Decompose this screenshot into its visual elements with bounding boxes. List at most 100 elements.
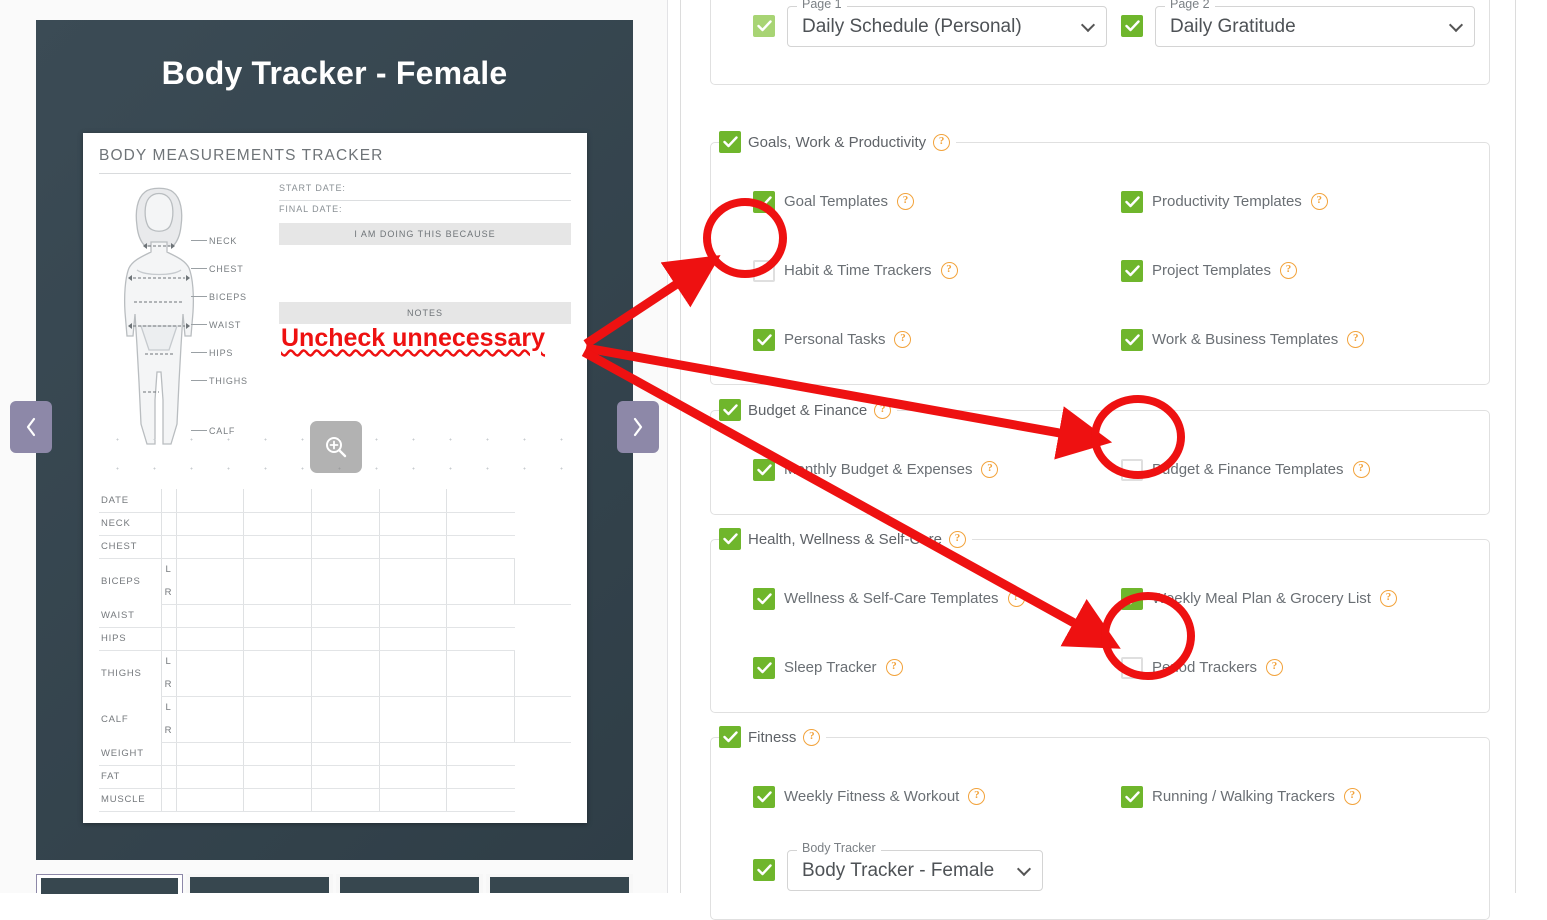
section-options-health-wellness-self-care: Wellness & Self-Care Templates? Weekly Me… xyxy=(711,550,1489,702)
thumbnail-strip[interactable] xyxy=(36,874,636,894)
help-icon-goals-work-productivity[interactable]: ? xyxy=(933,133,951,151)
option-wellness-self-care-templates[interactable]: Wellness & Self-Care Templates? xyxy=(753,564,1121,633)
checkbox-goal-templates[interactable] xyxy=(753,190,775,213)
thumbnail-item[interactable] xyxy=(336,874,484,893)
side-label-left: L xyxy=(160,696,176,719)
option-body-tracker[interactable]: Body Tracker Body Tracker - Female xyxy=(753,831,1121,909)
measurements-table: DATE NECK CHEST BICEPS L R WAIST HIPS THIGHS L R CA… xyxy=(99,489,571,812)
help-icon-weekly-meal-plan-grocery[interactable]: ? xyxy=(1379,590,1397,607)
checkbox-budget-finance[interactable] xyxy=(719,399,741,421)
measurement-cell xyxy=(160,788,176,812)
checkbox-period-trackers[interactable] xyxy=(1121,656,1143,679)
help-icon-period-trackers[interactable]: ? xyxy=(1266,659,1284,676)
option-running-walking-trackers[interactable]: Running / Walking Trackers? xyxy=(1121,762,1489,831)
checkbox-budget-finance-templates[interactable] xyxy=(1121,458,1143,481)
option-period-trackers[interactable]: Period Trackers? xyxy=(1121,633,1489,702)
side-label-left: L xyxy=(160,650,176,673)
checkbox-personal-tasks[interactable] xyxy=(753,328,775,351)
zoom-image-button[interactable] xyxy=(310,421,362,473)
option-page-2[interactable]: Page 2 Daily Gratitude xyxy=(1121,0,1489,74)
option-weekly-fitness-workout[interactable]: Weekly Fitness & Workout? xyxy=(753,762,1121,831)
option-monthly-budget-expenses[interactable]: Monthly Budget & Expenses? xyxy=(753,435,1121,504)
measurement-cell xyxy=(310,558,380,581)
preview-slide[interactable]: Body Tracker - Female BODY MEASUREMENTS … xyxy=(36,20,633,860)
option-goal-templates[interactable]: Goal Templates? xyxy=(753,167,1121,236)
help-icon-budget-finance[interactable]: ? xyxy=(874,401,892,419)
measurement-cell xyxy=(446,650,515,673)
measurement-cell xyxy=(243,719,312,743)
checkbox-project-templates[interactable] xyxy=(1121,259,1143,282)
measurement-cell xyxy=(446,627,515,651)
measurement-cell xyxy=(243,696,312,719)
measurement-cell xyxy=(514,558,571,581)
checkbox-productivity-templates[interactable] xyxy=(1121,190,1143,213)
help-icon-work-business-templates[interactable]: ? xyxy=(1347,331,1365,348)
checkbox-health-wellness-self-care[interactable] xyxy=(719,528,741,550)
check-icon xyxy=(1124,264,1140,276)
annotation-text: Uncheck unnecessary xyxy=(281,324,546,352)
option-project-templates[interactable]: Project Templates? xyxy=(1121,236,1489,305)
help-icon-sleep-tracker[interactable]: ? xyxy=(885,659,903,676)
help-icon-health-wellness-self-care[interactable]: ? xyxy=(948,530,966,548)
help-icon-fitness[interactable]: ? xyxy=(803,728,821,746)
check-icon xyxy=(722,404,738,416)
option-weekly-meal-plan-grocery[interactable]: Weekly Meal Plan & Grocery List? xyxy=(1121,564,1489,633)
measurement-row: WAIST xyxy=(99,604,571,628)
measurement-cell xyxy=(310,512,380,536)
measurement-cell xyxy=(175,673,244,697)
help-icon-monthly-budget-expenses[interactable]: ? xyxy=(981,461,999,478)
section-options-goals-work-productivity: Goal Templates? Productivity Templates? Ha… xyxy=(711,153,1489,374)
measurement-cell xyxy=(446,581,515,605)
checkbox-habit-time-trackers[interactable] xyxy=(753,259,775,282)
section-daily-pages: Page 1 Daily Schedule (Personal) Page 2 Dai… xyxy=(710,0,1490,85)
checkbox-wellness-self-care-templates[interactable] xyxy=(753,587,775,610)
checkbox-running-walking-trackers[interactable] xyxy=(1121,785,1143,808)
help-icon-project-templates[interactable]: ? xyxy=(1279,262,1297,279)
option-budget-finance-templates[interactable]: Budget & Finance Templates? xyxy=(1121,435,1489,504)
help-icon-habit-time-trackers[interactable]: ? xyxy=(940,262,958,279)
checkbox-weekly-meal-plan-grocery[interactable] xyxy=(1121,587,1143,610)
checkbox-monthly-budget-expenses[interactable] xyxy=(753,458,775,481)
option-sleep-tracker[interactable]: Sleep Tracker? xyxy=(753,633,1121,702)
select-label-page-2: Page 2 xyxy=(1165,0,1215,11)
measurement-cell xyxy=(243,650,312,673)
document-heading: BODY MEASUREMENTS TRACKER xyxy=(99,147,384,164)
checkbox-work-business-templates[interactable] xyxy=(1121,328,1143,351)
checkbox-page-2[interactable] xyxy=(1121,15,1143,37)
option-personal-tasks[interactable]: Personal Tasks? xyxy=(753,305,1121,374)
checkbox-weekly-fitness-workout[interactable] xyxy=(753,785,775,808)
help-icon-goal-templates[interactable]: ? xyxy=(896,193,914,210)
section-legend-fitness: Fitness? xyxy=(719,726,826,748)
select-page-1[interactable]: Daily Schedule (Personal) xyxy=(787,5,1107,47)
carousel-prev-button[interactable] xyxy=(10,401,52,453)
help-icon-productivity-templates[interactable]: ? xyxy=(1310,193,1328,210)
checkbox-fitness[interactable] xyxy=(719,726,741,748)
checkbox-body-tracker[interactable] xyxy=(753,859,775,881)
help-icon-personal-tasks[interactable]: ? xyxy=(894,331,912,348)
thumbnail-item[interactable] xyxy=(36,874,184,894)
thumbnail-item[interactable] xyxy=(486,874,634,893)
select-body-tracker[interactable]: Body Tracker - Female xyxy=(787,849,1043,891)
measurement-cell xyxy=(446,489,515,513)
option-productivity-templates[interactable]: Productivity Templates? xyxy=(1121,167,1489,236)
checkbox-goals-work-productivity[interactable] xyxy=(719,131,741,153)
help-icon-budget-finance-templates[interactable]: ? xyxy=(1352,461,1370,478)
select-page-2[interactable]: Daily Gratitude xyxy=(1155,5,1475,47)
option-work-business-templates[interactable]: Work & Business Templates? xyxy=(1121,305,1489,374)
body-diagram: NECK CHEST BICEPS WAIST HIPS THIGHS CALF xyxy=(99,180,277,450)
help-icon-weekly-fitness-workout[interactable]: ? xyxy=(968,788,986,805)
measurement-cell xyxy=(514,673,571,697)
carousel-next-button[interactable] xyxy=(617,401,659,453)
help-icon-running-walking-trackers[interactable]: ? xyxy=(1343,788,1361,805)
option-page-1[interactable]: Page 1 Daily Schedule (Personal) xyxy=(753,0,1121,74)
checkbox-sleep-tracker[interactable] xyxy=(753,656,775,679)
measurement-cell xyxy=(175,604,244,628)
option-habit-time-trackers[interactable]: Habit & Time Trackers? xyxy=(753,236,1121,305)
help-icon-wellness-self-care-templates[interactable]: ? xyxy=(1007,590,1025,607)
measurement-label: HIPS xyxy=(99,627,161,651)
measurement-row: R xyxy=(99,581,571,605)
thumbnail-item[interactable] xyxy=(186,874,334,893)
measurement-label: CALF xyxy=(101,713,129,725)
measurement-cell xyxy=(175,765,244,789)
checkbox-page-1[interactable] xyxy=(753,15,775,37)
